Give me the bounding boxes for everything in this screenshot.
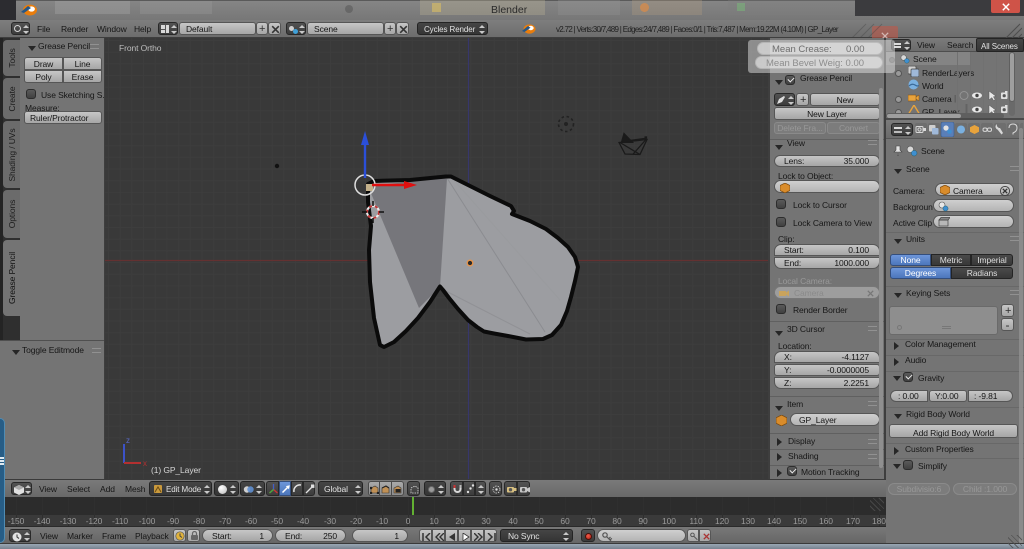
svg-text:x: x: [143, 459, 147, 468]
svg-text:z: z: [126, 436, 130, 445]
